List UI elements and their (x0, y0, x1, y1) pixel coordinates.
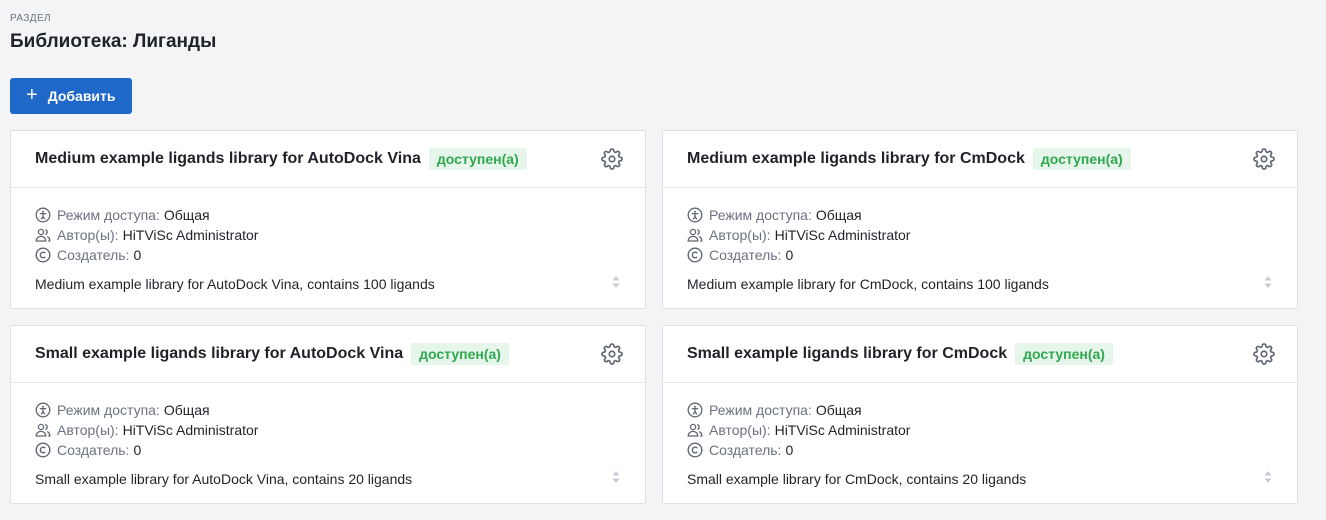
creator-value: 0 (133, 247, 142, 263)
access-value: Общая (163, 207, 210, 223)
card-body: Режим доступа: Общая Автор(ы): HiTViSc A… (663, 383, 1297, 489)
creator-label: Создатель: (57, 247, 130, 263)
accessibility-icon (687, 402, 703, 418)
card-header: Small example ligands library for AutoDo… (11, 326, 645, 383)
authors-row: Автор(ы): HiTViSc Administrator (687, 225, 1273, 245)
card-body: Режим доступа: Общая Автор(ы): HiTViSc A… (663, 188, 1297, 294)
authors-row: Автор(ы): HiTViSc Administrator (35, 225, 621, 245)
library-card: Medium example ligands library for AutoD… (10, 130, 646, 309)
copyright-icon (35, 247, 51, 263)
card-body: Режим доступа: Общая Автор(ы): HiTViSc A… (11, 383, 645, 489)
users-icon (687, 422, 703, 438)
copyright-icon (35, 442, 51, 458)
access-value: Общая (163, 402, 210, 418)
access-row: Режим доступа: Общая (35, 400, 621, 420)
library-card: Medium example ligands library for CmDoc… (662, 130, 1298, 309)
authors-value: HiTViSc Administrator (122, 227, 259, 243)
gear-icon[interactable] (1253, 343, 1275, 365)
library-card: Small example ligands library for CmDock… (662, 325, 1298, 504)
authors-label: Автор(ы): (57, 227, 119, 243)
creator-label: Создатель: (57, 442, 130, 458)
plus-icon: + (26, 84, 38, 106)
creator-value: 0 (785, 247, 794, 263)
library-card-grid: Medium example ligands library for AutoD… (10, 130, 1298, 504)
access-row: Режим доступа: Общая (687, 205, 1273, 225)
copyright-icon (687, 442, 703, 458)
sort-arrows-icon[interactable] (611, 274, 621, 290)
card-header: Small example ligands library for CmDock… (663, 326, 1297, 383)
authors-row: Автор(ы): HiTViSc Administrator (687, 420, 1273, 440)
access-label: Режим доступа: (709, 402, 812, 418)
access-label: Режим доступа: (57, 402, 160, 418)
authors-value: HiTViSc Administrator (774, 227, 911, 243)
card-title[interactable]: Small example ligands library for AutoDo… (35, 345, 403, 363)
sort-arrows-icon[interactable] (1263, 274, 1273, 290)
card-header: Medium example ligands library for CmDoc… (663, 131, 1297, 188)
library-card: Small example ligands library for AutoDo… (10, 325, 646, 504)
authors-value: HiTViSc Administrator (122, 422, 259, 438)
authors-label: Автор(ы): (57, 422, 119, 438)
users-icon (35, 422, 51, 438)
gear-icon[interactable] (601, 343, 623, 365)
access-label: Режим доступа: (709, 207, 812, 223)
access-row: Режим доступа: Общая (35, 205, 621, 225)
accessibility-icon (687, 207, 703, 223)
authors-label: Автор(ы): (709, 422, 771, 438)
card-title[interactable]: Medium example ligands library for CmDoc… (687, 150, 1025, 168)
card-description: Medium example library for AutoDock Vina… (35, 276, 435, 292)
creator-value: 0 (785, 442, 794, 458)
creator-row: Создатель: 0 (35, 440, 621, 460)
status-badge: доступен(а) (411, 343, 509, 365)
sort-arrows-icon[interactable] (1263, 469, 1273, 485)
creator-label: Создатель: (709, 247, 782, 263)
access-value: Общая (815, 402, 862, 418)
status-badge: доступен(а) (1015, 343, 1113, 365)
creator-row: Создатель: 0 (35, 245, 621, 265)
card-description: Small example library for AutoDock Vina,… (35, 471, 413, 487)
page-title: Библиотека: Лиганды (10, 31, 217, 52)
creator-value: 0 (133, 442, 142, 458)
users-icon (687, 227, 703, 243)
card-title[interactable]: Small example ligands library for CmDock (687, 345, 1007, 363)
creator-row: Создатель: 0 (687, 245, 1273, 265)
section-label: РАЗДЕЛ (10, 13, 52, 24)
access-value: Общая (815, 207, 862, 223)
creator-row: Создатель: 0 (687, 440, 1273, 460)
authors-row: Автор(ы): HiTViSc Administrator (35, 420, 621, 440)
accessibility-icon (35, 207, 51, 223)
status-badge: доступен(а) (1032, 148, 1131, 170)
access-label: Режим доступа: (57, 207, 160, 223)
authors-label: Автор(ы): (709, 227, 771, 243)
card-title[interactable]: Medium example ligands library for AutoD… (35, 150, 421, 168)
add-button[interactable]: + Добавить (10, 78, 132, 114)
accessibility-icon (35, 402, 51, 418)
creator-label: Создатель: (709, 442, 782, 458)
card-header: Medium example ligands library for AutoD… (11, 131, 645, 188)
card-description: Medium example library for CmDock, conta… (687, 276, 1049, 292)
card-description: Small example library for CmDock, contai… (687, 471, 1027, 487)
add-button-label: Добавить (47, 88, 116, 104)
gear-icon[interactable] (601, 148, 623, 170)
status-badge: доступен(а) (428, 148, 527, 170)
users-icon (35, 227, 51, 243)
sort-arrows-icon[interactable] (611, 469, 621, 485)
gear-icon[interactable] (1253, 148, 1275, 170)
access-row: Режим доступа: Общая (687, 400, 1273, 420)
card-body: Режим доступа: Общая Автор(ы): HiTViSc A… (11, 188, 645, 294)
authors-value: HiTViSc Administrator (774, 422, 911, 438)
copyright-icon (687, 247, 703, 263)
